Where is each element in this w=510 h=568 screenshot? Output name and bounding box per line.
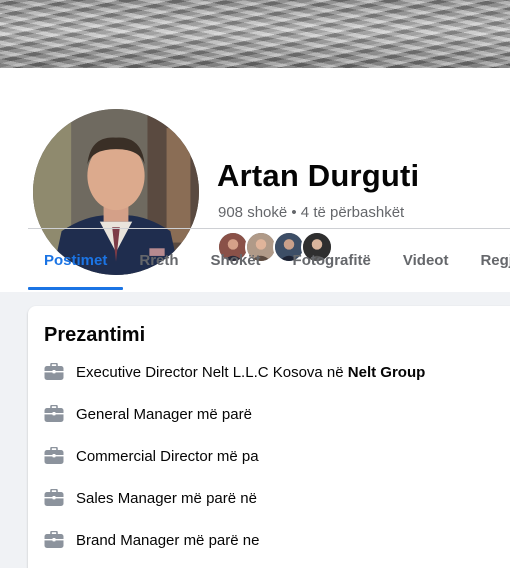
intro-item-text: General Manager më parë xyxy=(76,405,252,423)
intro-title: Prezantimi xyxy=(44,324,146,346)
intro-item-work: Commercial Director më pa xyxy=(44,444,259,468)
intro-item-work: General Manager më parë xyxy=(44,402,252,426)
profile-header: Artan Durguti 908 shokë • 4 të përbashkë… xyxy=(0,68,510,292)
briefcase-icon xyxy=(44,530,64,550)
profile-tabs: Postimet Rreth Shokët Fotografitë Videot… xyxy=(28,230,510,290)
briefcase-icon xyxy=(44,488,64,508)
intro-item-work: Brand Manager më parë ne xyxy=(44,528,259,552)
cover-photo[interactable] xyxy=(0,0,510,68)
tab-videos[interactable]: Videot xyxy=(387,230,465,290)
tab-about[interactable]: Rreth xyxy=(123,230,194,290)
employer-link[interactable]: Nelt Group xyxy=(348,364,426,381)
intro-item-text: Brand Manager më parë ne xyxy=(76,531,260,549)
tab-checkins[interactable]: Regjist xyxy=(464,230,510,290)
tab-friends[interactable]: Shokët xyxy=(195,230,277,290)
briefcase-icon xyxy=(44,362,64,382)
intro-item-text: Commercial Director më pa xyxy=(76,447,259,465)
friends-count[interactable]: 908 shokë • 4 të përbashkët xyxy=(218,204,404,221)
briefcase-icon xyxy=(44,446,64,466)
intro-item-text: Executive Director Nelt L.L.C Kosova në … xyxy=(76,364,425,381)
job-title-text: Executive Director Nelt L.L.C Kosova në xyxy=(76,363,348,381)
intro-card: Prezantimi Executive Director Nelt L.L.C… xyxy=(28,306,510,568)
briefcase-icon xyxy=(44,404,64,424)
tab-posts[interactable]: Postimet xyxy=(28,230,124,290)
intro-item-work: Executive Director Nelt L.L.C Kosova në … xyxy=(44,360,425,384)
header-divider xyxy=(28,228,510,229)
intro-item-text: Sales Manager më parë në xyxy=(76,489,257,507)
intro-item-work: Sales Manager më parë në xyxy=(44,486,257,510)
profile-name: Artan Durguti xyxy=(217,158,420,193)
tab-photos[interactable]: Fotografitë xyxy=(277,230,387,290)
